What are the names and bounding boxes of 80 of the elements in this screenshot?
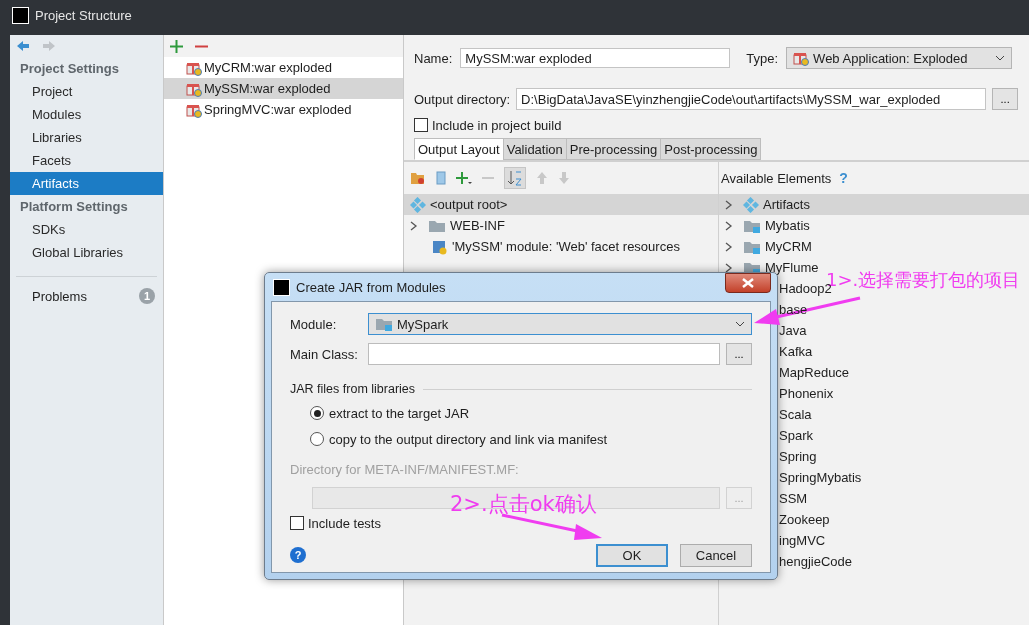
chevron-icon[interactable] [725,262,733,273]
browse-button[interactable]: ... [726,343,752,365]
sidebar-item[interactable]: Libraries [10,126,163,149]
diamond-icon [410,196,426,213]
group-heading: JAR files from libraries [290,382,416,396]
tree-item[interactable]: ingMVC [779,533,826,548]
app-logo-icon [12,6,29,24]
panel-title: Available Elements [721,170,832,186]
chevron-icon[interactable] [410,220,418,231]
field-label: Output directory: [414,91,511,107]
tree-item[interactable]: Phonenix [779,386,834,401]
tree-item[interactable]: Zookeep [779,512,830,527]
folder-gear-icon[interactable] [410,171,426,185]
sidebar-item[interactable]: Modules [10,103,163,126]
tree-item[interactable]: Artifacts [719,194,1029,215]
sidebar-item[interactable]: Artifacts [10,172,163,195]
sort-button[interactable] [504,167,526,189]
tab[interactable]: Post-processing [660,138,762,160]
output-directory-field[interactable]: D:\BigData\JavaSE\yinzhengjieCode\out\artifacts\MySSM_war_exploded [516,88,987,110]
artifact-item[interactable]: MySSM:war exploded [164,78,403,99]
module-folder-icon [375,316,393,332]
app-logo-icon [273,278,290,296]
tree-item[interactable]: MapReduce [779,365,850,380]
close-button[interactable] [725,273,771,293]
artifact-item[interactable]: MyCRM:war exploded [164,57,403,78]
tree-item[interactable]: hengjieCode [779,554,852,569]
tree-item[interactable]: Spark [779,428,813,443]
sidebar-item[interactable]: Project [10,80,163,103]
tree-item[interactable]: WEB-INF [404,215,718,236]
sidebar-item[interactable]: Global Libraries [10,241,163,264]
tree-item[interactable]: 'MySSM' module: 'Web' facet resources [404,236,718,257]
chevron-icon[interactable] [725,220,733,231]
tree-item[interactable]: Scala [779,407,812,422]
dialog-title: Create JAR from Modules [296,279,446,295]
name-field[interactable]: MySSM:war exploded [460,48,731,68]
type-dropdown[interactable]: Web Application: Exploded [786,47,1013,69]
main-class-field[interactable] [368,343,720,365]
chevron-icon[interactable] [725,199,733,210]
browse-button[interactable]: ... [992,88,1019,110]
add-icon[interactable] [170,39,183,53]
chevron-down-icon [995,55,1006,61]
artifact-item[interactable]: SpringMVC:war exploded [164,99,403,120]
field-label: Module: [290,316,338,332]
facet-icon [432,238,448,255]
sidebar-item[interactable]: Facets [10,149,163,172]
count-badge: 1 [139,288,155,304]
tab[interactable]: Pre-processing [565,138,662,160]
field-label: Name: [414,50,453,66]
field-label: Type: [746,50,779,66]
chevron-down-icon [735,321,745,327]
chevron-icon[interactable] [725,241,733,252]
tab[interactable]: Validation [502,138,567,160]
close-icon [742,278,754,288]
window-title: Project Structure [35,7,132,23]
radio-option[interactable]: copy to the output directory and link via manifest [310,426,752,452]
diamond-icon [743,196,759,213]
dialog-button[interactable]: Cancel [680,543,752,567]
tree-item[interactable]: SpringMybatis [779,470,862,485]
tree-item[interactable]: Java [779,323,807,338]
back-arrow-icon[interactable] [16,40,30,52]
tree-item[interactable]: MyCRM [719,236,1029,257]
annotation-text: 2>.点击ok确认 [450,491,597,518]
field-label: Main Class: [290,346,359,362]
gift-icon [793,50,810,66]
module-dropdown[interactable]: MySpark [368,313,752,335]
sidebar-item[interactable]: SDKs [10,218,163,241]
dialog-button[interactable]: OK [596,543,668,567]
tab[interactable]: Output Layout [414,138,504,160]
tree-item[interactable]: Kafka [779,344,813,359]
radio-option[interactable]: extract to the target JAR [310,400,752,426]
help-icon[interactable]: ? [290,547,306,563]
tree-item[interactable]: <output root> [404,194,718,215]
tree-item[interactable]: Spring [779,449,817,464]
field-label: Directory for META-INF/MANIFEST.MF: [290,462,520,479]
section-heading: Platform Settings [19,198,129,216]
add-icon[interactable] [456,171,472,185]
tree-item[interactable]: SSM [779,491,808,506]
section-heading: Project Settings [19,60,120,78]
tree-item[interactable]: Mybatis [719,215,1029,236]
sidebar-item[interactable]: Problems [32,288,87,304]
